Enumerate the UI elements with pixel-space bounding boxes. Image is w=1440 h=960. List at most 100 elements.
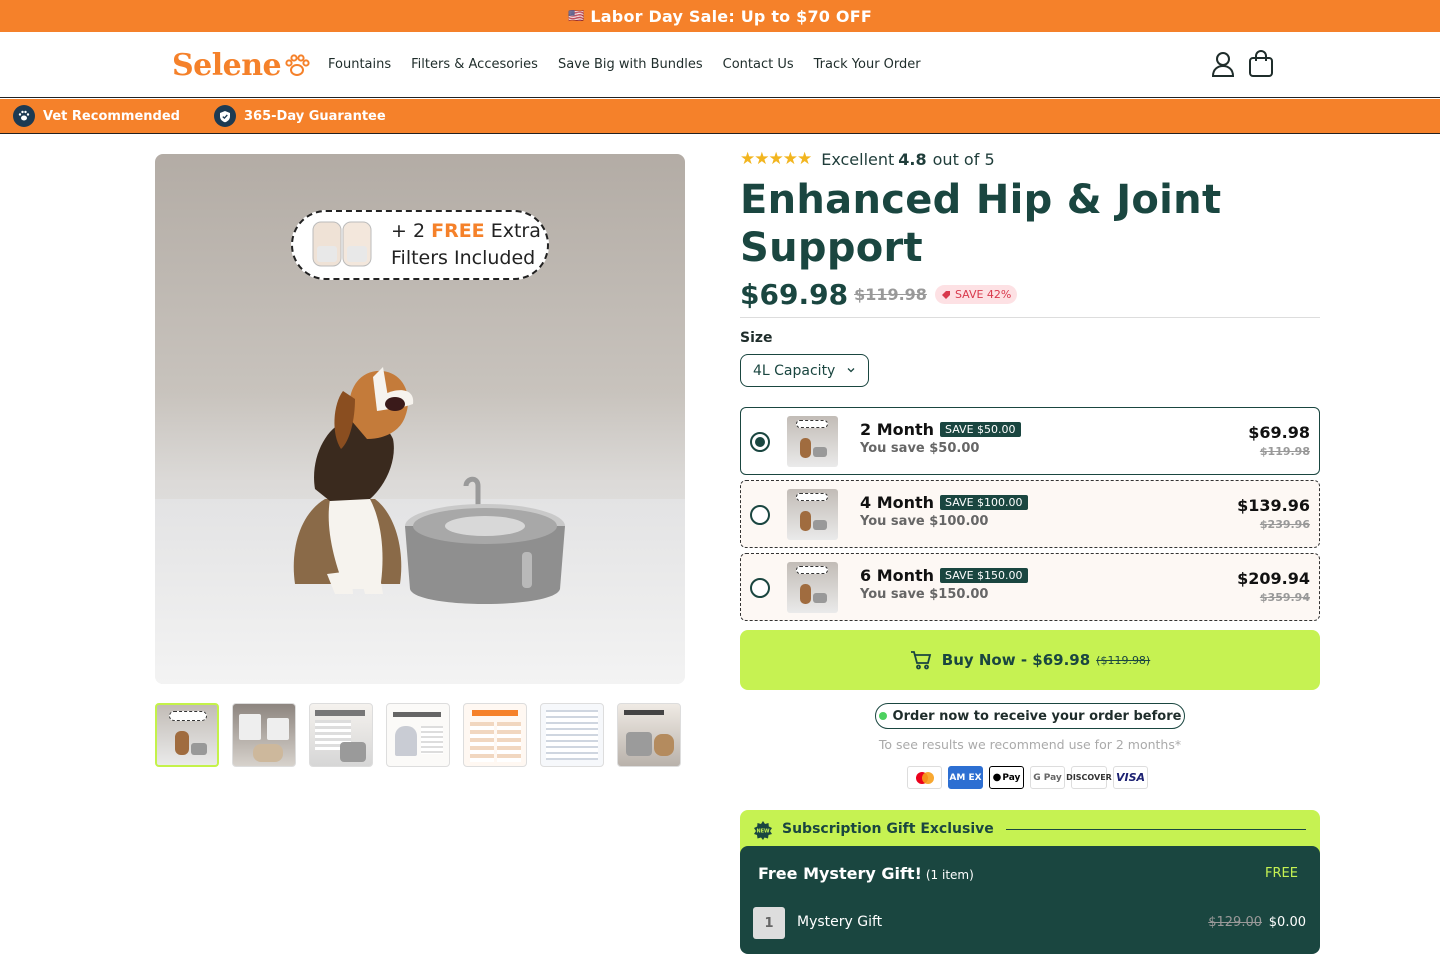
trust-bar: Vet Recommended 365-Day Guarantee: [0, 99, 1440, 134]
badge-text: + 2 FREE Extra Filters Included: [391, 218, 541, 272]
nav-item-fountains[interactable]: Fountains: [328, 57, 391, 72]
option-price: $139.96: [1237, 496, 1310, 515]
visa-icon: VISA: [1113, 766, 1148, 789]
product-main-image[interactable]: + 2 FREE Extra Filters Included: [155, 154, 685, 684]
badge-suffix: Extra: [484, 220, 541, 242]
badge-line2: Filters Included: [391, 247, 536, 269]
announcement-bar: 🇺🇸 Labor Day Sale: Up to $70 OFF: [0, 0, 1440, 32]
trust-label-guarantee: 365-Day Guarantee: [244, 108, 386, 124]
bundle-option-4-month[interactable]: 4 Month SAVE $100.00 You save $100.00 $13…: [740, 480, 1320, 548]
rating-row: ★★★★★ Excellent 4.8 out of 5: [740, 146, 1320, 172]
radio-button[interactable]: [750, 505, 770, 525]
gift-box: Free Mystery Gift! (1 item) FREE 1 Myster…: [740, 846, 1320, 954]
bundle-option-2-month[interactable]: 2 Month SAVE $50.00 You save $50.00 $69.9…: [740, 407, 1320, 475]
option-save-pill: SAVE $150.00: [940, 568, 1028, 583]
option-thumbnail: [787, 489, 838, 540]
badge-free: FREE: [431, 220, 485, 242]
thumbnail-6[interactable]: [540, 703, 604, 767]
apple-pay-label: Pay: [1002, 772, 1021, 783]
trust-label-vet: Vet Recommended: [43, 108, 180, 124]
radio-button[interactable]: [750, 432, 770, 452]
announcement-text: Labor Day Sale: Up to $70 OFF: [590, 6, 872, 26]
product-info: ★★★★★ Excellent 4.8 out of 5 Enhanced Hi…: [740, 146, 1320, 318]
thumbnail-3[interactable]: [309, 703, 373, 767]
option-save-pill: SAVE $100.00: [940, 495, 1028, 510]
gift-divider: [1006, 829, 1306, 830]
gift-free-label: FREE: [1265, 866, 1298, 881]
free-filters-badge: + 2 FREE Extra Filters Included: [291, 210, 549, 280]
option-name-text: 2 Month: [860, 420, 935, 439]
option-save-pill: SAVE $50.00: [940, 422, 1021, 437]
option-name-text: 4 Month: [860, 493, 935, 512]
nav-item-track-order[interactable]: Track Your Order: [814, 57, 921, 72]
order-deadline-pill: Order now to receive your order before: [875, 703, 1185, 729]
option-thumbnail: [787, 416, 838, 467]
paw-logo-icon: [285, 53, 310, 76]
gift-qty: 1: [753, 907, 785, 939]
badge-prefix: + 2: [391, 220, 432, 242]
rating-suffix: out of 5: [932, 149, 995, 169]
rating-stars-icon: ★★★★★: [740, 149, 812, 169]
option-you-save: You save $150.00: [860, 587, 989, 602]
fountain-image: [405, 476, 565, 604]
bundle-option-6-month[interactable]: 6 Month SAVE $150.00 You save $150.00 $20…: [740, 553, 1320, 621]
discover-icon: DISCOVER: [1066, 766, 1112, 789]
apple-pay-icon: ● Pay: [989, 766, 1024, 789]
trust-item-guarantee: 365-Day Guarantee: [214, 105, 386, 127]
thumbnail-strip: [155, 703, 681, 767]
option-name: 6 Month SAVE $150.00: [860, 566, 1028, 585]
status-dot-icon: [878, 712, 887, 720]
thumbnail-1[interactable]: [155, 703, 219, 767]
gift-count: (1 item): [925, 868, 974, 882]
logo[interactable]: Selene: [172, 48, 311, 83]
us-flag-icon: 🇺🇸: [568, 8, 585, 24]
radio-button[interactable]: [750, 578, 770, 598]
cart-icon[interactable]: [1248, 50, 1274, 78]
thumbnail-7[interactable]: [617, 703, 681, 767]
rating-value: 4.8: [898, 149, 927, 169]
option-compare-price: $359.94: [1259, 591, 1310, 604]
option-name: 4 Month SAVE $100.00: [860, 493, 1028, 512]
filter-cartridges-icon: [312, 221, 372, 267]
gift-new-price: $0.00: [1268, 915, 1306, 930]
option-name: 2 Month SAVE $50.00: [860, 420, 1021, 439]
option-price: $209.94: [1237, 569, 1310, 588]
size-label: Size: [740, 330, 773, 346]
svg-text:NEW: NEW: [756, 829, 770, 835]
thumbnail-4[interactable]: [386, 703, 450, 767]
order-deadline-text: Order now to receive your order before: [892, 708, 1182, 724]
nav-item-contact[interactable]: Contact Us: [723, 57, 794, 72]
thumbnail-5[interactable]: [463, 703, 527, 767]
save-badge: SAVE 42%: [934, 285, 1018, 304]
product-title: Enhanced Hip & Joint Support: [740, 177, 1222, 271]
buy-now-label: Buy Now - $69.98: [941, 651, 1091, 669]
mastercard-icon: [907, 766, 942, 789]
amex-icon: AM EX: [948, 766, 983, 789]
gift-heading: Subscription Gift Exclusive: [782, 821, 994, 837]
tag-icon: [941, 290, 950, 299]
product-price: $69.98: [740, 278, 849, 311]
trust-item-vet: Vet Recommended: [13, 105, 180, 127]
option-you-save: You save $50.00: [860, 441, 980, 456]
price-row: $69.98 $119.98 SAVE 42%: [740, 278, 1320, 318]
buy-now-button[interactable]: Buy Now - $69.98 ($119.98): [740, 630, 1320, 690]
option-compare-price: $239.96: [1259, 518, 1310, 531]
gift-title-text: Free Mystery Gift!: [758, 864, 922, 883]
cart-icon: [910, 651, 931, 670]
product-compare-price: $119.98: [854, 285, 927, 304]
thumbnail-2[interactable]: [232, 703, 296, 767]
nav-item-filters[interactable]: Filters & Accesories: [411, 57, 538, 72]
site-header: Selene Fountains Filters & Accesories Sa…: [0, 32, 1440, 98]
account-icon[interactable]: [1210, 50, 1236, 78]
nav-item-bundles[interactable]: Save Big with Bundles: [558, 57, 703, 72]
option-name-text: 6 Month: [860, 566, 935, 585]
google-pay-icon: G Pay: [1030, 766, 1065, 789]
save-badge-text: SAVE 42%: [954, 288, 1012, 301]
size-select-value: 4L Capacity: [753, 362, 836, 379]
shield-icon: [214, 105, 236, 127]
paw-icon: [13, 105, 35, 127]
header-icons: [1210, 50, 1274, 78]
gift-old-price: $129.00: [1208, 915, 1262, 930]
logo-text: Selene: [172, 48, 282, 83]
size-select[interactable]: 4L Capacity: [740, 354, 869, 387]
